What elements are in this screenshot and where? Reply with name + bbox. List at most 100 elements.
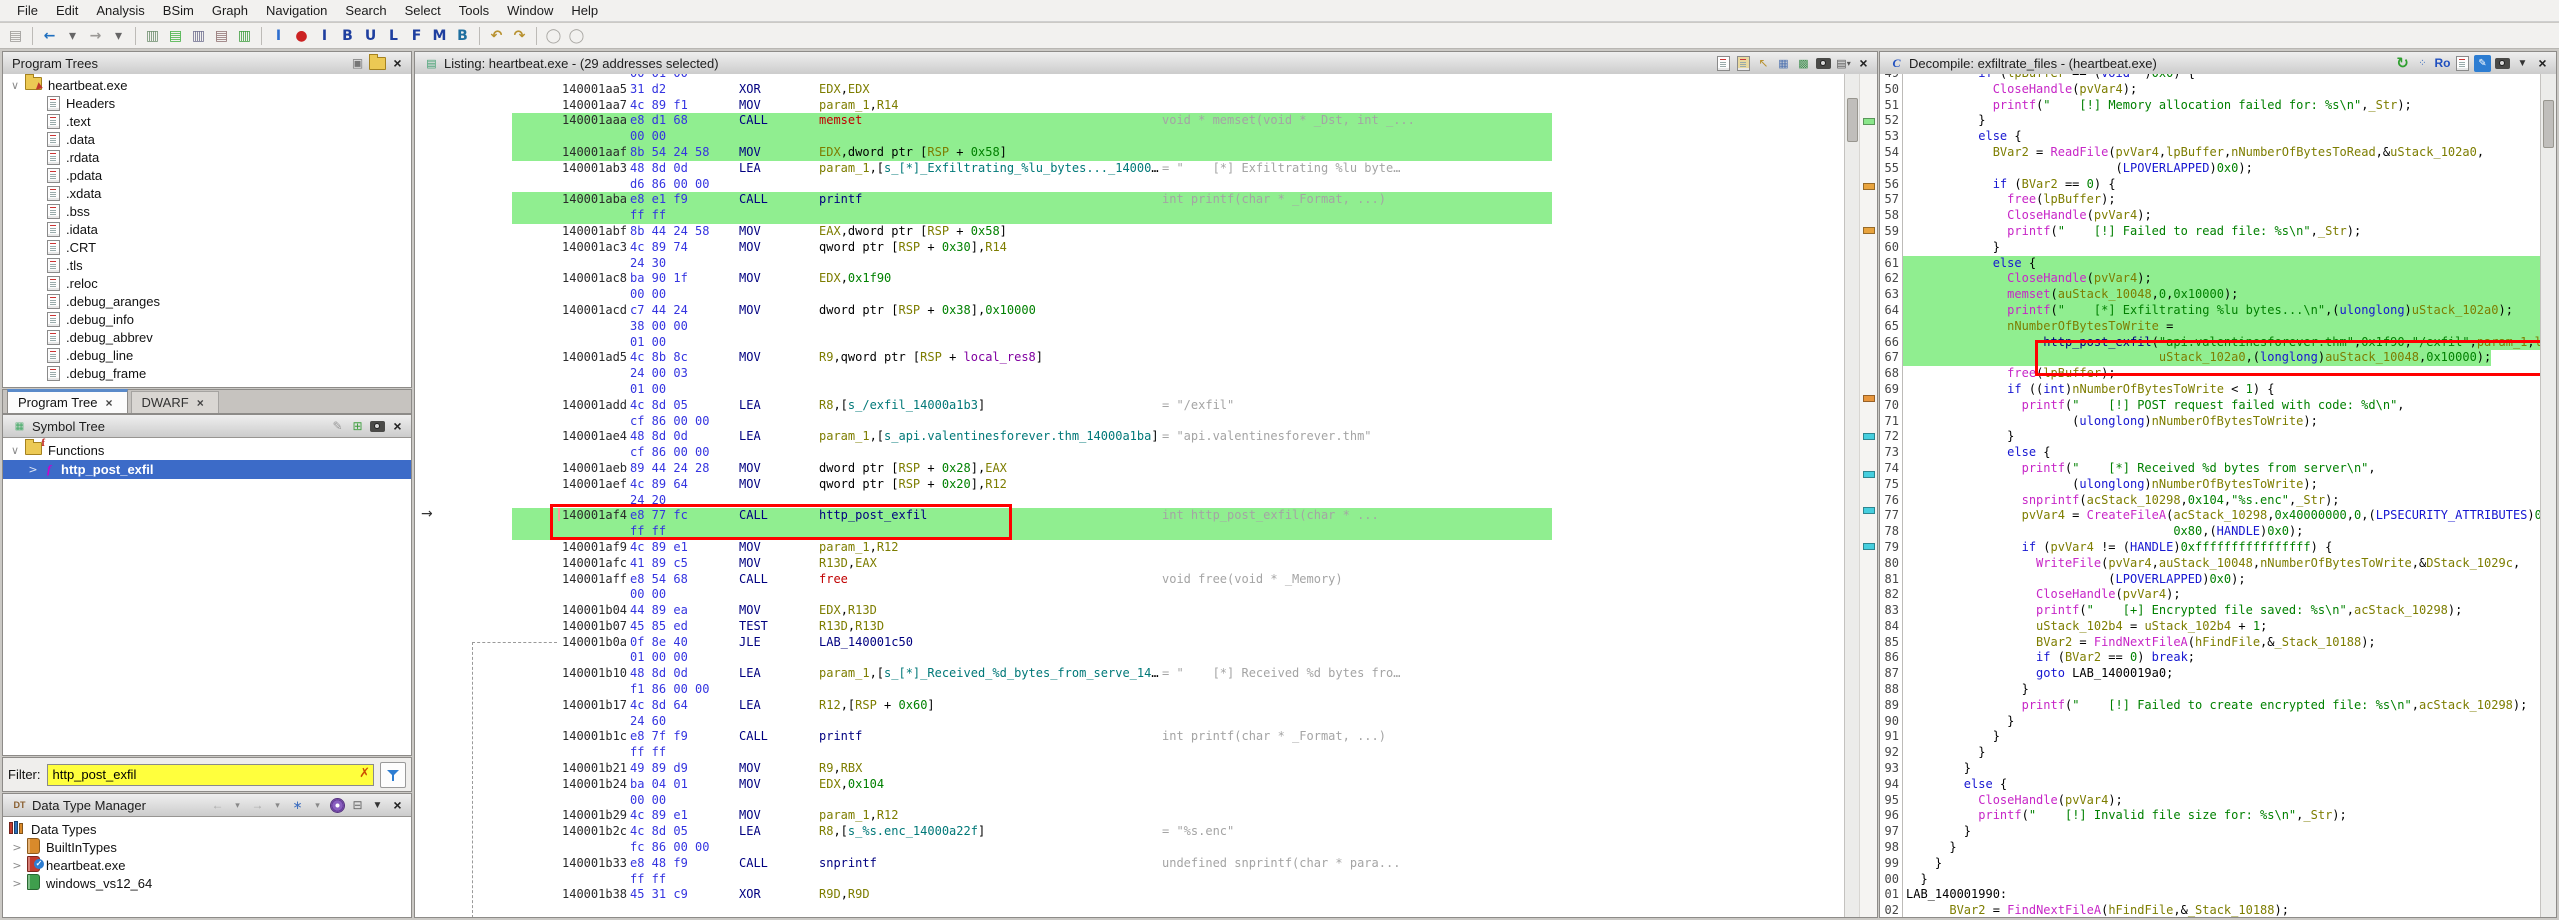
listing-line[interactable]: 00 00 (415, 287, 1844, 303)
decompile-line[interactable]: 02 BVar2 = FindNextFileA(hFindFile,&_Sta… (1880, 903, 2541, 917)
close-icon[interactable]: × (389, 418, 406, 435)
snapshot-icon[interactable] (1815, 55, 1832, 72)
forward-menu-icon[interactable]: ▾ (108, 25, 129, 46)
decompile-line[interactable]: 61 else { (1880, 256, 2541, 272)
decompile-line[interactable]: 92 } (1880, 745, 2541, 761)
listing-line[interactable]: 00 00 (415, 129, 1844, 145)
tree-item-debug_aranges[interactable]: .debug_aranges (3, 292, 411, 310)
decompile-line[interactable]: 76 snprintf(acStack_10298,0x104,"%s.enc"… (1880, 493, 2541, 509)
nav-label-icon[interactable]: L (383, 25, 404, 46)
listing-line[interactable]: d6 86 00 00 (415, 177, 1844, 193)
decompile-line[interactable]: 85 BVar2 = FindNextFileA(hFindFile,&_Sta… (1880, 635, 2541, 651)
decompile-line[interactable]: 54 BVar2 = ReadFile(pvVar4,lpBuffer,nNum… (1880, 145, 2541, 161)
listing-line[interactable]: 140001b174c 8d 64LEAR12,[RSP + 0x60] (415, 698, 1844, 714)
forward-icon[interactable]: → (249, 797, 266, 814)
decompile-line[interactable]: 78 0x80,(HANDLE)0x0); (1880, 524, 2541, 540)
tree-item-pdata[interactable]: .pdata (3, 166, 411, 184)
listing-line[interactable]: 140001b1ce8 7f f9CALLprintfint printf(ch… (415, 729, 1844, 745)
decompile-line[interactable]: 83 printf(" [+] Encrypted file saved: %s… (1880, 603, 2541, 619)
decompile-line[interactable]: 57 free(lpBuffer); (1880, 192, 2541, 208)
decompile-line[interactable]: 01LAB_140001990: (1880, 887, 2541, 903)
forward-menu-icon[interactable]: ▾ (269, 797, 286, 814)
cursor-location-icon[interactable]: I (268, 25, 289, 46)
filter-options-button[interactable] (380, 762, 406, 788)
decompile-scrollbar[interactable] (2540, 74, 2556, 917)
menu-item-graph[interactable]: Graph (203, 1, 257, 20)
listing-line[interactable]: 140001b0a0f 8e 40JLELAB_140001c50 (415, 635, 1844, 651)
tree-item-headers[interactable]: Headers (3, 94, 411, 112)
decompile-line[interactable]: 79 if (pvVar4 != (HANDLE)0xfffffffffffff… (1880, 540, 2541, 556)
decompile-line[interactable]: 51 printf(" [!] Memory allocation failed… (1880, 98, 2541, 114)
decompile-line[interactable]: 87 goto LAB_1400019a0; (1880, 666, 2541, 682)
symbol-tree-item-http-post-exfil[interactable]: > f http_post_exfil (3, 460, 411, 479)
marker-tick[interactable] (1863, 183, 1875, 190)
menu-item-navigation[interactable]: Navigation (257, 1, 336, 20)
tree-layout-menu-icon[interactable]: ▾ (309, 797, 326, 814)
listing-line[interactable]: cf 86 00 00 (415, 414, 1844, 430)
decompile-line[interactable]: 55 (LPOVERLAPPED)0x0); (1880, 161, 2541, 177)
tree-item-debug_abbrev[interactable]: .debug_abbrev (3, 328, 411, 346)
restore-window-icon[interactable]: ⊟ (349, 797, 366, 814)
tree-item-bss[interactable]: .bss (3, 202, 411, 220)
nav-marker-icon[interactable]: M (429, 25, 450, 46)
decompile-line[interactable]: 50 CloseHandle(pvVar4); (1880, 82, 2541, 98)
listing-line[interactable]: 140001acdc7 44 24MOVdword ptr [RSP + 0x3… (415, 303, 1844, 319)
listing-line[interactable]: 140001abf8b 44 24 58MOVEAX,dword ptr [RS… (415, 224, 1844, 240)
decompile-line[interactable]: 60 } (1880, 240, 2541, 256)
decompile-line[interactable]: 64 printf(" [*] Exfiltrating %lu bytes..… (1880, 303, 2541, 319)
listing-line[interactable]: 24 30 (415, 256, 1844, 272)
paste-icon[interactable] (1735, 55, 1752, 72)
close-icon[interactable]: × (389, 797, 406, 814)
decompile-line[interactable]: 59 printf(" [!] Failed to read file: %s\… (1880, 224, 2541, 240)
decompile-line[interactable]: 89 printf(" [!] Failed to create encrypt… (1880, 698, 2541, 714)
back-menu-icon[interactable]: ▾ (229, 797, 246, 814)
menu-arrow-icon[interactable]: ▼ (369, 797, 386, 814)
marker-tick[interactable] (1863, 395, 1875, 402)
listing-line[interactable]: 140001ac8ba 90 1fMOVEDX,0x1f90 (415, 271, 1844, 287)
listing-line[interactable]: 38 00 00 (415, 319, 1844, 335)
listing-line[interactable]: cf 86 00 00 (415, 445, 1844, 461)
program-trees-header[interactable]: Program Trees ▣ × (3, 52, 411, 75)
decompile-line[interactable]: 98 } (1880, 840, 2541, 856)
listing-line[interactable]: 01 00 (415, 335, 1844, 351)
listing-line[interactable]: 140001b1048 8d 0dLEAparam_1,[s_[*]_Recei… (415, 666, 1844, 682)
listing-line[interactable]: 140001aaf8b 54 24 58MOVEDX,dword ptr [RS… (415, 145, 1844, 161)
menu-item-window[interactable]: Window (498, 1, 562, 20)
dtm-item-data-types[interactable]: Data Types (3, 820, 411, 838)
refresh-icon[interactable]: ↻ (2394, 55, 2411, 72)
chevron-right-icon[interactable]: > (11, 877, 23, 890)
listing-line[interactable]: 00 01 00 (415, 74, 1844, 82)
tree-layout-icon[interactable]: ∗ (289, 797, 306, 814)
decompile-line[interactable]: 99 } (1880, 856, 2541, 872)
menu-item-search[interactable]: Search (336, 1, 395, 20)
tool-option2-icon[interactable]: ◯ (566, 25, 587, 46)
close-icon[interactable]: × (389, 55, 406, 72)
listing-header[interactable]: ▤ Listing: heartbeat.exe - (29 addresses… (415, 52, 1877, 75)
edit-icon[interactable]: ✎ (2474, 55, 2491, 72)
decompile-line[interactable]: 70 printf(" [!] POST request failed with… (1880, 398, 2541, 414)
nav-data-icon[interactable]: B (337, 25, 358, 46)
decompile-line[interactable]: 00 } (1880, 872, 2541, 888)
tree-item-debug_info[interactable]: .debug_info (3, 310, 411, 328)
dtm-item-builtintypes[interactable]: >BuiltInTypes (3, 838, 411, 856)
dtm-item-windows-vs12-64[interactable]: >windows_vs12_64 (3, 874, 411, 892)
folder-icon[interactable] (369, 55, 386, 72)
copy-icon[interactable] (2454, 55, 2471, 72)
copy-icon[interactable] (1715, 55, 1732, 72)
chevron-right-icon[interactable]: > (27, 463, 39, 476)
nav-instruction-icon[interactable]: I (314, 25, 335, 46)
marker-tick[interactable] (1863, 433, 1875, 440)
menu-item-help[interactable]: Help (562, 1, 607, 20)
tab-close-icon[interactable]: × (197, 396, 204, 410)
listing-line[interactable]: 00 00 (415, 793, 1844, 809)
listing-line[interactable]: ff ff (415, 872, 1844, 888)
listing-marker-margin[interactable] (1859, 74, 1877, 917)
marker-tick[interactable] (1863, 507, 1875, 514)
listing-line[interactable]: 140001affe8 54 68CALLfreevoid free(void … (415, 572, 1844, 588)
menu-item-edit[interactable]: Edit (47, 1, 87, 20)
scrollbar-thumb[interactable] (1847, 98, 1858, 142)
tree-item-debug_line[interactable]: .debug_line (3, 346, 411, 364)
decompile-line[interactable]: 96 printf(" [!] Invalid file size for: %… (1880, 808, 2541, 824)
tool-option-icon[interactable]: ◯ (543, 25, 564, 46)
listing-line[interactable]: 140001aeb89 44 24 28MOVdword ptr [RSP + … (415, 461, 1844, 477)
